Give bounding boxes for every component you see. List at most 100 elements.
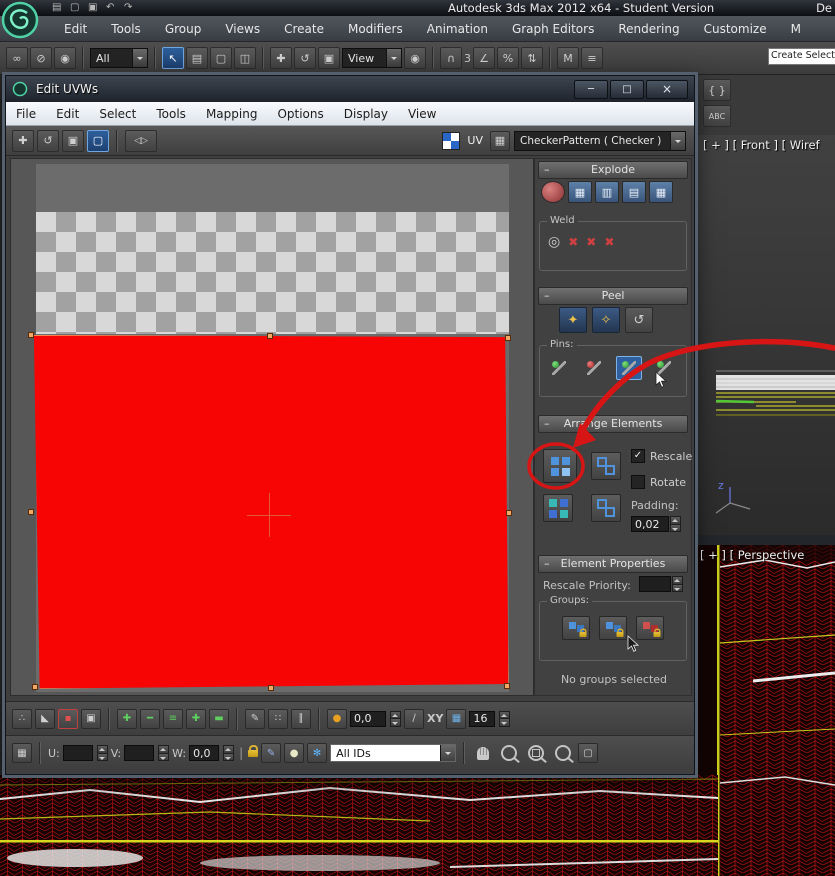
redo-icon[interactable]: ↷ <box>124 0 132 15</box>
brush-falloff-icon[interactable]: ∥ <box>291 708 311 729</box>
rescale-checkbox[interactable]: ✓ <box>631 449 645 463</box>
material-id-dropdown[interactable]: All IDs <box>330 744 457 762</box>
zoom-region-icon[interactable] <box>528 745 545 761</box>
uvw-titlebar[interactable]: Edit UVWs ─ □ × <box>6 76 694 102</box>
menu-maxscript[interactable]: M <box>779 22 813 36</box>
uv-handle[interactable] <box>506 510 512 516</box>
menu-create[interactable]: Create <box>272 22 336 36</box>
unlink-selection-icon[interactable]: ⊘ <box>30 47 52 69</box>
spellcheck-icon[interactable]: ABC <box>703 105 731 127</box>
grid-snap-icon[interactable]: ▦ <box>446 708 467 729</box>
uvw-scale-icon[interactable]: ▣ <box>62 129 84 152</box>
falloff-value-field[interactable]: 0,0 <box>350 710 386 727</box>
show-map-icon[interactable] <box>442 131 461 150</box>
absolute-typein-icon[interactable]: ▦ <box>12 743 32 763</box>
group-selected-icon[interactable] <box>562 616 590 640</box>
pack-normalize-button[interactable] <box>543 449 577 483</box>
menu-animation[interactable]: Animation <box>415 22 500 36</box>
quick-peel-icon[interactable]: ✦ <box>559 307 587 333</box>
unpin-tool-icon[interactable] <box>581 356 607 380</box>
bind-to-space-warp-icon[interactable]: ◉ <box>54 47 76 69</box>
named-selection-set-field[interactable]: Create Selection <box>768 48 835 65</box>
padding-spinner[interactable] <box>670 516 681 532</box>
angle-snap-icon[interactable]: ∠ <box>473 47 495 69</box>
falloff-space-icon[interactable]: ∕ <box>404 708 424 729</box>
u-field[interactable] <box>62 745 93 761</box>
paint-select-icon[interactable]: ✎ <box>245 708 265 729</box>
collapse-icon[interactable]: – <box>544 288 550 303</box>
save-icon[interactable]: ▣ <box>88 0 97 15</box>
menu-tools[interactable]: Tools <box>99 22 153 36</box>
menu-group[interactable]: Group <box>153 22 214 36</box>
uv-handle[interactable] <box>32 684 38 690</box>
reset-peel-icon[interactable]: ↺ <box>625 307 653 333</box>
explode-icon[interactable] <box>541 181 565 203</box>
rearrange-elements-button[interactable] <box>543 494 573 522</box>
uv-handle[interactable] <box>28 509 34 515</box>
pin-selected-icon[interactable] <box>616 356 642 380</box>
rollout-arrange-elements[interactable]: – Arrange Elements <box>538 415 688 433</box>
target-weld-icon[interactable]: ◎ <box>548 234 560 250</box>
selected-subobject-icon[interactable]: ▪ <box>58 708 78 729</box>
open-icon[interactable]: ▢ <box>70 0 79 15</box>
uvw-rotate-icon[interactable]: ↺ <box>37 129 59 152</box>
select-and-move-icon[interactable]: ✚ <box>270 47 292 69</box>
uv-handle[interactable] <box>28 332 34 338</box>
viewport-divider[interactable] <box>696 535 835 545</box>
window-crossing-icon[interactable]: ◫ <box>234 47 256 69</box>
uvw-menu-options[interactable]: Options <box>267 107 333 121</box>
maximize-button[interactable]: □ <box>610 79 644 99</box>
pack-together-button[interactable] <box>591 452 621 480</box>
shrink-selection-icon[interactable]: ━ <box>140 708 160 729</box>
freeze-icon[interactable]: ✻ <box>307 743 328 763</box>
menu-modifiers[interactable]: Modifiers <box>336 22 415 36</box>
uvw-menu-display[interactable]: Display <box>334 107 398 121</box>
uvw-menu-edit[interactable]: Edit <box>46 107 89 121</box>
select-and-rotate-icon[interactable]: ↺ <box>294 47 316 69</box>
reference-coordinate-dropdown[interactable]: View <box>342 48 402 68</box>
uv-editor-canvas[interactable] <box>10 158 534 696</box>
zoom-to-gizmo-icon[interactable]: ▢ <box>578 743 599 763</box>
menu-customize[interactable]: Customize <box>692 22 779 36</box>
rescale-priority-field[interactable] <box>639 576 671 592</box>
mirror-icon[interactable]: M <box>557 47 579 69</box>
snaps-toggle-icon[interactable]: ∩ <box>440 47 462 69</box>
uvw-mirror-icon[interactable]: ◁▷ <box>125 129 157 152</box>
front-viewport-label[interactable]: [ + ] [ Front ] [ Wiref <box>703 138 820 152</box>
menu-graph-editors[interactable]: Graph Editors <box>500 22 606 36</box>
uv-handle[interactable] <box>504 683 510 689</box>
ungroup-icon[interactable] <box>636 616 664 640</box>
brush-size-icon[interactable]: ∷ <box>268 708 288 729</box>
pack-custom-button[interactable] <box>591 494 621 522</box>
paint-weights-icon[interactable]: ✎ <box>261 743 282 763</box>
soft-selection-icon[interactable]: ∴ <box>12 708 32 729</box>
falloff-spinner[interactable] <box>390 710 401 727</box>
unpin-selected-icon[interactable] <box>651 356 677 380</box>
select-and-scale-icon[interactable]: ▣ <box>318 47 340 69</box>
uv-grid-icon[interactable]: ▦ <box>490 130 510 151</box>
v-field[interactable] <box>124 745 155 761</box>
falloff-type-icon[interactable]: ● <box>327 708 347 729</box>
copy-selection-icon[interactable]: ▣ <box>81 708 101 729</box>
perspective-viewport-lower[interactable] <box>0 775 718 876</box>
detach-edge-verts-icon[interactable]: ▥ <box>595 181 619 203</box>
uvw-move-icon[interactable]: ✚ <box>12 129 34 152</box>
rescale-priority-spinner[interactable] <box>672 576 683 592</box>
perspective-viewport-label[interactable]: [ + ] [ Perspective <box>700 548 804 562</box>
uv-handle[interactable] <box>268 685 274 691</box>
grid-size-spinner[interactable] <box>499 710 511 727</box>
rollout-element-properties[interactable]: – Element Properties <box>538 555 688 573</box>
uv-handle[interactable] <box>267 333 273 339</box>
grid-size-field[interactable]: 16 <box>469 710 496 727</box>
map-pattern-dropdown[interactable]: CheckerPattern ( Checker ) <box>514 130 686 151</box>
pelt-map-icon[interactable]: ✧ <box>592 307 620 333</box>
break-icon[interactable]: ▦ <box>568 181 592 203</box>
align-icon[interactable]: ≡ <box>581 47 603 69</box>
menu-views[interactable]: Views <box>213 22 272 36</box>
pan-icon[interactable] <box>477 746 490 760</box>
dropdown-arrow-icon[interactable] <box>386 49 401 67</box>
uvw-menu-view[interactable]: View <box>398 107 446 121</box>
uvw-menu-file[interactable]: File <box>6 107 46 121</box>
menu-rendering[interactable]: Rendering <box>606 22 691 36</box>
weld-any-icon[interactable]: ✖ <box>604 235 614 249</box>
